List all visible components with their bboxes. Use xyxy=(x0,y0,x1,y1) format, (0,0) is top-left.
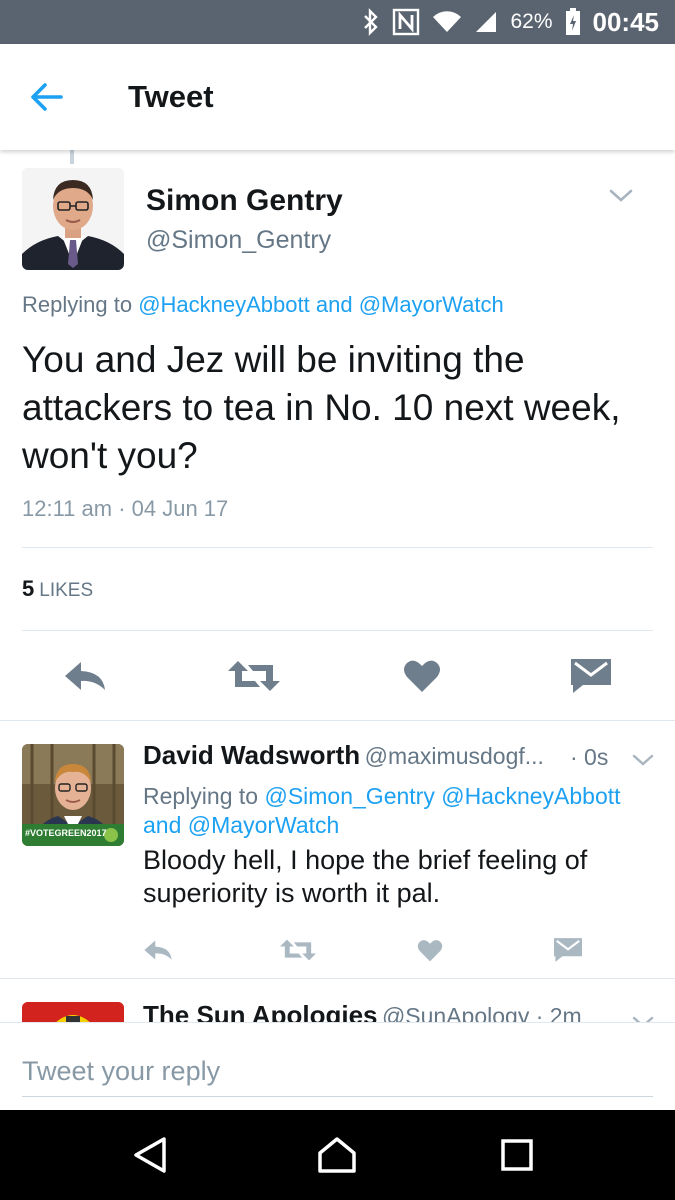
battery-icon xyxy=(565,8,581,36)
status-time: 00:45 xyxy=(592,6,660,37)
reply-icon xyxy=(144,940,172,960)
tweet-time: · 0s xyxy=(570,744,609,770)
nav-recents-button[interactable] xyxy=(492,1130,542,1180)
signal-icon xyxy=(474,10,498,34)
chevron-down-icon xyxy=(632,1016,654,1022)
app-bar: Tweet xyxy=(0,44,675,150)
reply-composer xyxy=(0,1022,675,1110)
back-button[interactable] xyxy=(16,67,76,127)
direct-message-button[interactable] xyxy=(561,646,621,706)
reply-input[interactable] xyxy=(22,1047,653,1097)
direct-message-button[interactable] xyxy=(546,928,590,972)
retweet-button[interactable] xyxy=(224,646,284,706)
author-name[interactable]: Simon Gentry xyxy=(146,184,343,218)
replying-prefix: Replying to xyxy=(143,783,259,809)
triangle-back-icon xyxy=(134,1137,166,1173)
tweet-options-button[interactable] xyxy=(630,750,656,770)
battery-percent: 62% xyxy=(510,10,553,33)
reply-button[interactable] xyxy=(55,646,115,706)
reply-button[interactable] xyxy=(136,928,180,972)
tweet-options-button[interactable] xyxy=(605,184,637,208)
mention-link[interactable]: @MayorWatch xyxy=(188,812,340,838)
avatar[interactable] xyxy=(22,168,124,270)
retweet-icon xyxy=(228,661,280,691)
back-arrow-icon xyxy=(31,83,63,111)
tweet-text: You and Jez will be inviting the attacke… xyxy=(22,339,621,476)
heart-icon xyxy=(404,660,440,692)
next-tweet[interactable]: The Sun Apologies @SunApology · 2m xyxy=(0,980,675,1022)
avatar[interactable] xyxy=(22,1002,124,1022)
mention-link[interactable]: @HackneyAbbott xyxy=(138,292,310,317)
likes-label: LIKES xyxy=(39,580,94,601)
envelope-icon xyxy=(571,659,611,693)
mention-link[interactable]: @Simon_Gentry xyxy=(264,783,434,809)
replying-prefix: Replying to xyxy=(22,292,133,317)
mention-link[interactable]: @MayorWatch xyxy=(359,292,504,317)
tweet-text: Bloody hell, I hope the brief feeling of… xyxy=(143,845,588,908)
replying-and: and xyxy=(143,812,182,838)
tweet-options-button[interactable] xyxy=(630,1012,656,1022)
next-header: The Sun Apologies @SunApology · 2m xyxy=(143,1000,582,1022)
nfc-icon xyxy=(392,8,420,36)
author-name[interactable]: The Sun Apologies xyxy=(143,1000,377,1022)
wifi-icon xyxy=(432,10,462,34)
nav-back-button[interactable] xyxy=(125,1130,175,1180)
likes-count-row[interactable]: 5 LIKES xyxy=(22,576,93,602)
android-nav-bar xyxy=(0,1110,675,1200)
chevron-down-icon xyxy=(609,189,633,202)
bluetooth-icon xyxy=(362,8,380,36)
divider xyxy=(22,547,653,548)
retweet-button[interactable] xyxy=(276,928,320,972)
replying-to: Replying to @HackneyAbbott and @MayorWat… xyxy=(22,292,504,318)
tweet-timestamp: 12:11 am · 04 Jun 17 xyxy=(22,496,229,521)
like-button[interactable] xyxy=(392,646,452,706)
author-handle[interactable]: @SunApology · 2m xyxy=(382,1003,582,1022)
reply-header: David Wadsworth @maximusdogf... xyxy=(143,740,623,771)
envelope-icon xyxy=(554,938,582,962)
reply-tweet[interactable]: #VOTEGREEN2017 David Wadsworth @maximusd… xyxy=(0,722,675,978)
chevron-down-icon xyxy=(632,754,654,766)
tweet-action-bar xyxy=(0,928,675,972)
thread-connector xyxy=(70,150,74,164)
divider xyxy=(0,720,675,721)
author-handle[interactable]: @maximusdogf... xyxy=(365,743,544,769)
page-title: Tweet xyxy=(128,79,214,114)
replying-to: Replying to @Simon_Gentry @HackneyAbbott… xyxy=(143,782,653,840)
like-button[interactable] xyxy=(408,928,452,972)
divider xyxy=(0,978,675,979)
status-bar: 62% 00:45 xyxy=(0,0,675,44)
reply-icon xyxy=(65,662,105,690)
avatar[interactable]: #VOTEGREEN2017 xyxy=(22,744,124,846)
retweet-icon xyxy=(280,939,316,961)
likes-count: 5 xyxy=(22,576,35,601)
avatar-badge: #VOTEGREEN2017 xyxy=(25,828,107,838)
nav-home-button[interactable] xyxy=(312,1130,362,1180)
heart-icon xyxy=(417,939,443,961)
home-icon xyxy=(318,1137,356,1173)
mention-link[interactable]: @HackneyAbbott xyxy=(441,783,620,809)
divider xyxy=(22,630,653,631)
replying-and: and xyxy=(315,292,353,317)
author-handle[interactable]: @Simon_Gentry xyxy=(146,226,331,255)
recents-icon xyxy=(501,1139,533,1171)
tweet-action-bar xyxy=(0,646,675,706)
author-name[interactable]: David Wadsworth xyxy=(143,740,360,770)
